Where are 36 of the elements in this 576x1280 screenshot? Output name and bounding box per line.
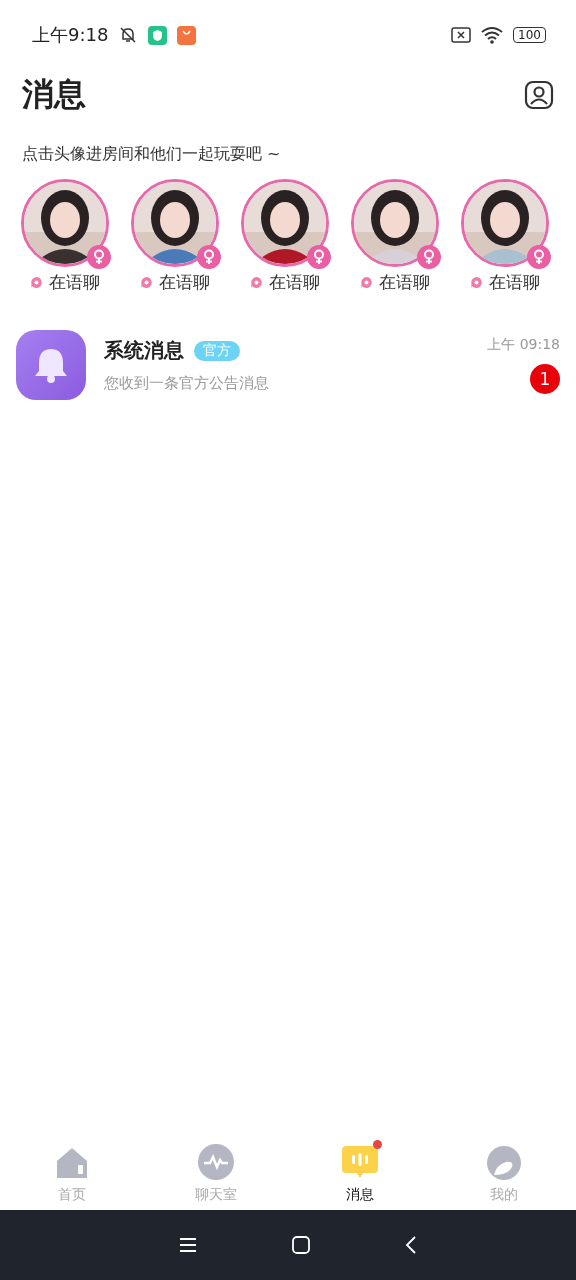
battery-indicator: 100	[513, 27, 546, 43]
contacts-icon[interactable]	[524, 80, 554, 110]
home-square-icon[interactable]	[292, 1236, 310, 1254]
profile-icon	[486, 1145, 522, 1181]
tab[interactable]: 我的	[432, 1132, 576, 1204]
tab[interactable]: 首页	[0, 1132, 144, 1204]
status-label: 在语聊	[49, 271, 100, 294]
unread-count: 1	[530, 364, 560, 394]
menu-icon[interactable]	[179, 1237, 197, 1253]
waveform-icon	[197, 1143, 235, 1181]
back-icon[interactable]	[405, 1236, 417, 1254]
status-time: 上午9:18	[32, 23, 109, 47]
chat-bubble-icon	[30, 276, 43, 289]
page-title: 消息	[22, 74, 86, 115]
chat-bubble-icon	[250, 276, 263, 289]
tab[interactable]: 聊天室	[144, 1132, 288, 1204]
bag-app-icon	[177, 25, 197, 45]
shield-app-icon	[148, 25, 168, 45]
rooms-hint: 点击头像进房间和他们一起玩耍吧 ~	[22, 144, 282, 165]
wifi-icon	[481, 26, 504, 44]
home-icon	[54, 1145, 90, 1181]
message-preview: 您收到一条官方公告消息	[104, 374, 270, 393]
no-sim-icon	[451, 27, 472, 43]
status-label: 在语聊	[379, 271, 430, 294]
message-row[interactable]: 系统消息 官方 您收到一条官方公告消息 上午 09:18 1	[0, 330, 576, 400]
status-label: 在语聊	[489, 271, 540, 294]
official-tag: 官方	[194, 340, 240, 361]
chat-bubble-icon	[140, 276, 153, 289]
message-time: 上午 09:18	[487, 336, 560, 354]
bell-icon	[16, 330, 86, 400]
chat-bubble-icon	[360, 276, 373, 289]
status-label: 在语聊	[159, 271, 210, 294]
chat-bubble-icon	[470, 276, 483, 289]
message-title: 系统消息	[104, 337, 184, 364]
status-label: 在语聊	[269, 271, 320, 294]
tab[interactable]: 消息	[288, 1132, 432, 1204]
